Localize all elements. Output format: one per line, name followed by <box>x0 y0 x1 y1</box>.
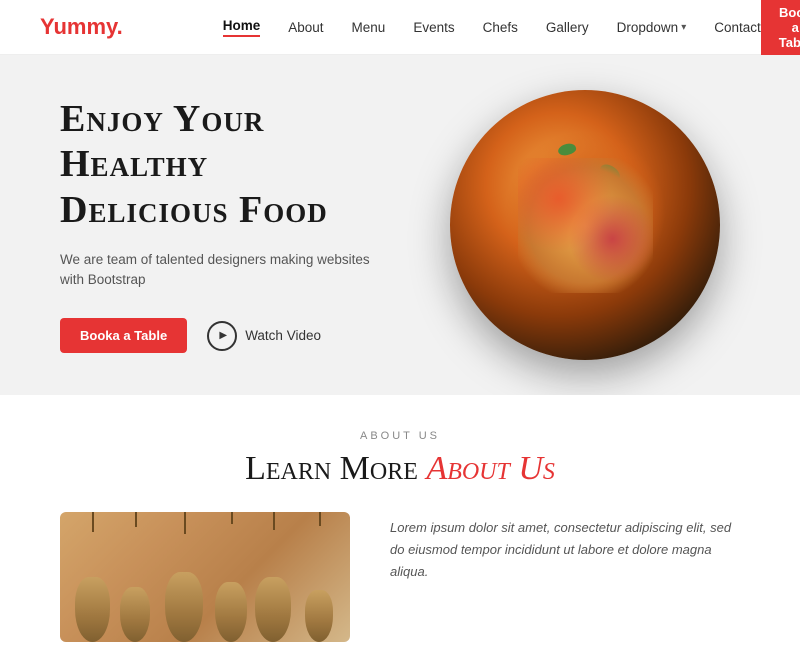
herb-decoration-1 <box>596 161 622 184</box>
nav-menu[interactable]: Menu <box>352 20 386 35</box>
hero-title: Enjoy Your HealthyDelicious Food <box>60 97 380 234</box>
navbar: Yummy. Home About Menu Events Chefs Gall… <box>0 0 800 55</box>
food-image-container <box>450 90 720 360</box>
navbar-book-button[interactable]: Book a Table <box>761 0 800 59</box>
hero-book-button[interactable]: Booka a Table <box>60 318 187 353</box>
cord-3 <box>184 512 186 534</box>
lamp-3 <box>165 572 203 642</box>
nav-gallery[interactable]: Gallery <box>546 20 589 35</box>
herb-decoration-3 <box>579 237 597 251</box>
lamp-1 <box>75 577 110 642</box>
about-content: Lorem ipsum dolor sit amet, consectetur … <box>60 512 740 642</box>
herb-decoration-2 <box>557 141 578 157</box>
about-body-text: Lorem ipsum dolor sit amet, consectetur … <box>390 517 740 583</box>
watch-video-button[interactable]: Watch Video <box>207 321 321 351</box>
logo-dot: . <box>117 14 123 39</box>
cord-1 <box>92 512 94 532</box>
cord-4 <box>231 512 233 524</box>
about-image <box>60 512 350 642</box>
play-icon <box>207 321 237 351</box>
hero-subtitle: We are team of talented designers making… <box>60 250 380 291</box>
nav-events[interactable]: Events <box>413 20 454 35</box>
logo-text: Yummy <box>40 14 117 39</box>
cord-5 <box>273 512 275 530</box>
lamp-5 <box>255 577 291 642</box>
nav-links: Home About Menu Events Chefs Gallery Dro… <box>223 18 761 37</box>
hero-actions: Booka a Table Watch Video <box>60 318 380 353</box>
about-title: Learn More About Us <box>60 450 740 488</box>
nav-home[interactable]: Home <box>223 18 261 37</box>
nav-chefs[interactable]: Chefs <box>483 20 518 35</box>
lamp-2 <box>120 587 150 642</box>
nav-dropdown[interactable]: Dropdown <box>617 20 687 35</box>
watch-video-label: Watch Video <box>245 328 321 343</box>
cord-2 <box>135 512 137 527</box>
logo: Yummy. <box>40 14 173 40</box>
lamp-4 <box>215 582 247 642</box>
about-label: ABOUT US <box>60 430 740 442</box>
about-title-highlight: About Us <box>426 450 555 487</box>
nav-about[interactable]: About <box>288 20 323 35</box>
nav-contact[interactable]: Contact <box>714 20 761 35</box>
food-plate <box>450 90 720 360</box>
about-section: ABOUT US Learn More About Us Lorem ipsum… <box>0 395 800 662</box>
lamp-6 <box>305 590 333 642</box>
hero-text-block: Enjoy Your HealthyDelicious Food We are … <box>60 97 380 353</box>
about-text-block: Lorem ipsum dolor sit amet, consectetur … <box>390 512 740 583</box>
about-title-start: Learn More <box>245 450 426 487</box>
cord-6 <box>319 512 321 526</box>
hero-section: Enjoy Your HealthyDelicious Food We are … <box>0 55 800 395</box>
